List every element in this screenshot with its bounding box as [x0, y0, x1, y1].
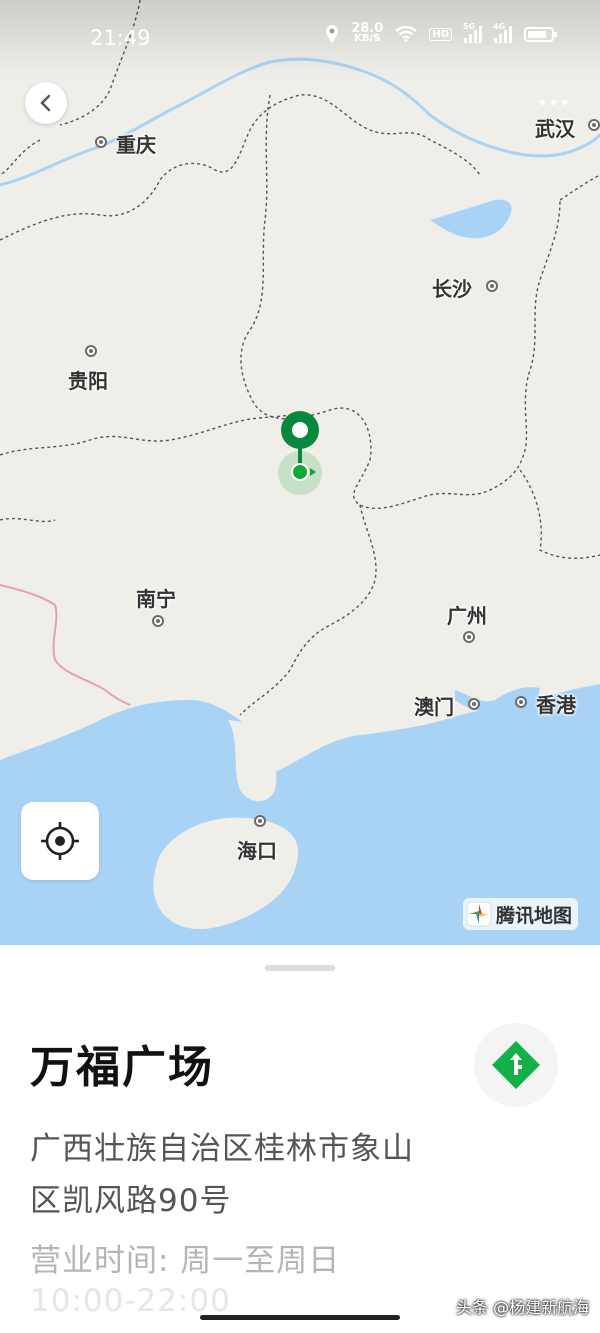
- map-view[interactable]: 21:49 28.0 KB/S HD 5G 4G 重庆 武汉 长沙 贵阳 南宁 …: [0, 0, 600, 945]
- city-dot-hongkong: [515, 696, 527, 708]
- home-indicator[interactable]: [200, 1315, 400, 1320]
- watermark: 头条 @杨建新航海: [456, 1298, 590, 1317]
- more-dot-icon: [539, 99, 545, 105]
- city-dot-chongqing: [95, 136, 107, 148]
- more-dot-icon: [550, 99, 556, 105]
- chevron-left-icon: [40, 94, 51, 112]
- opening-hours: 营业时间: 周一至周日: [30, 1243, 341, 1279]
- yangtze-river: [0, 57, 600, 187]
- city-dot-macau: [468, 698, 480, 710]
- city-dot-changsha: [486, 280, 498, 292]
- crosshair-icon: [41, 822, 79, 860]
- back-button[interactable]: [25, 82, 67, 124]
- city-dot-guiyang: [85, 345, 97, 357]
- opening-hours-detail: 10:00-22:00: [30, 1283, 231, 1319]
- tencent-map-logo: 腾讯地图: [463, 898, 579, 930]
- dongting-lake: [430, 199, 512, 239]
- battery-icon: [524, 26, 557, 42]
- more-dot-icon: [561, 99, 567, 105]
- net-speed-unit: KB/S: [354, 33, 381, 44]
- place-name: 万福广场: [30, 1042, 214, 1093]
- map-provider-name: 腾讯地图: [496, 904, 573, 927]
- status-icons: 28.0 KB/S HD 5G 4G: [325, 22, 557, 44]
- locate-me-button[interactable]: [21, 802, 99, 880]
- city-label-hongkong[interactable]: 香港: [536, 689, 576, 718]
- navigate-button[interactable]: [474, 1023, 558, 1107]
- city-label-haikou[interactable]: 海口: [237, 835, 277, 864]
- compass-logo-icon: [466, 901, 492, 927]
- city-label-macau[interactable]: 澳门: [414, 691, 454, 720]
- user-location-dot: [291, 463, 309, 481]
- signal-4g-label: 4G: [493, 22, 506, 31]
- more-options-button[interactable]: [533, 92, 573, 112]
- city-dot-wuhan: [588, 119, 600, 131]
- signal-4g-icon: 4G: [493, 22, 512, 43]
- sheet-drag-handle[interactable]: [265, 965, 335, 971]
- city-label-guangzhou[interactable]: 广州: [447, 600, 487, 629]
- city-dot-guangzhou: [463, 631, 475, 643]
- city-dot-haikou: [254, 815, 266, 827]
- location-icon: [326, 25, 339, 43]
- status-time: 21:49: [90, 26, 151, 50]
- status-bar: 21:49 28.0 KB/S HD 5G 4G: [0, 0, 600, 78]
- wifi-icon: [395, 26, 418, 42]
- place-detail-sheet: 万福广场 广西壮族自治区桂林市象山区凯风路90号 营业时间: 周一至周日 10:…: [0, 945, 600, 1333]
- city-label-guiyang[interactable]: 贵阳: [68, 365, 108, 394]
- signal-5g-icon: 5G: [463, 22, 482, 43]
- city-label-nanning[interactable]: 南宁: [136, 583, 176, 612]
- city-label-changsha[interactable]: 长沙: [432, 273, 472, 302]
- national-border: [0, 584, 131, 706]
- net-speed: 28.0 KB/S: [351, 22, 383, 44]
- city-dot-nanning: [152, 615, 164, 627]
- city-label-chongqing[interactable]: 重庆: [116, 129, 156, 158]
- place-marker[interactable]: [270, 405, 332, 497]
- route-direction-icon: [492, 1041, 540, 1089]
- place-address: 广西壮族自治区桂林市象山区凯风路90号: [30, 1131, 414, 1219]
- signal-5g-label: 5G: [463, 22, 476, 31]
- city-label-wuhan[interactable]: 武汉: [535, 113, 575, 142]
- hd-badge: HD: [429, 27, 452, 41]
- province-borders: [0, 0, 600, 716]
